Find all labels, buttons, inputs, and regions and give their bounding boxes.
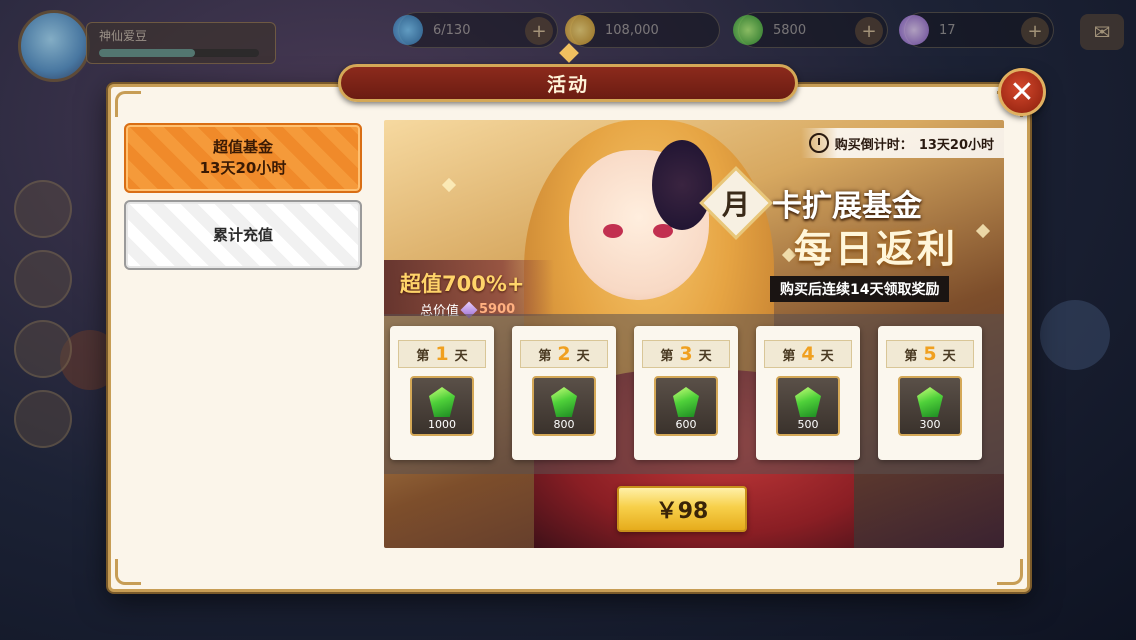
reward-quantity: 300	[919, 418, 941, 431]
reward-item[interactable]: 800	[532, 376, 596, 436]
day-prefix: 第	[538, 348, 552, 364]
fund-banner: 购买倒计时： 13天20小时 月 卡扩展基金 每日返利 购买后连续14天领取奖励…	[384, 120, 1004, 548]
stopwatch-icon	[808, 133, 829, 153]
close-icon: ✕	[1009, 74, 1035, 110]
mail-button[interactable]: ✉	[1080, 14, 1124, 50]
tab-cumulative-recharge[interactable]: 累计充值	[124, 200, 362, 270]
dialog-title: 活动	[338, 64, 798, 102]
title-gem-ornament	[559, 43, 579, 63]
energy-icon	[393, 15, 423, 45]
purple-gem-icon	[899, 15, 929, 45]
day-reward-card[interactable]: 第 1 天 1000	[390, 326, 494, 460]
day-prefix: 第	[416, 348, 430, 364]
green-gem-icon	[733, 15, 763, 45]
mail-icon: ✉	[1093, 20, 1111, 44]
reward-quantity: 800	[553, 418, 575, 431]
day-number: 4	[801, 343, 815, 365]
resource-value: 17	[939, 22, 956, 38]
resource-green-gem: 5800 +	[733, 12, 888, 48]
player-avatar[interactable]	[18, 10, 90, 82]
gold-coin-icon	[565, 15, 595, 45]
tab-label: 累计充值	[212, 225, 273, 244]
player-name: 神仙爱豆	[99, 29, 148, 43]
side-menu-icon[interactable]	[14, 250, 72, 308]
day-number: 2	[557, 343, 571, 365]
purchase-countdown: 购买倒计时： 13天20小时	[800, 128, 1004, 158]
green-gem-icon	[551, 387, 577, 417]
day-suffix: 天	[942, 348, 956, 364]
day-label: 第 2 天	[520, 340, 608, 368]
day-label: 第 4 天	[764, 340, 852, 368]
side-menu-icon[interactable]	[14, 180, 72, 238]
reward-quantity: 500	[797, 418, 819, 431]
reward-item[interactable]: 300	[898, 376, 962, 436]
day-suffix: 天	[820, 348, 834, 364]
resource-energy: 6/130 +	[393, 12, 558, 48]
day-reward-card[interactable]: 第 5 天 300	[878, 326, 982, 460]
player-exp-bar	[99, 49, 259, 57]
day-number: 1	[435, 343, 449, 365]
daily-return-text: 每日返利	[794, 227, 959, 271]
bg-decor	[1040, 300, 1110, 370]
reward-quantity: 1000	[428, 418, 456, 431]
countdown-value: 13天20小时	[918, 137, 994, 153]
day-prefix: 第	[904, 348, 918, 364]
add-energy-button[interactable]: +	[525, 17, 553, 45]
side-menu-icon[interactable]	[14, 390, 72, 448]
add-purple-gem-button[interactable]: +	[1021, 17, 1049, 45]
side-menu-icon[interactable]	[14, 320, 72, 378]
corner-ornament	[115, 559, 141, 585]
day-suffix: 天	[698, 348, 712, 364]
corner-ornament	[997, 559, 1023, 585]
countdown-label: 购买倒计时：	[834, 137, 913, 153]
day-reward-card[interactable]: 第 4 天 500	[756, 326, 860, 460]
resource-gold: 108,000	[565, 12, 720, 48]
day-suffix: 天	[454, 348, 468, 364]
tab-label: 超值基金	[212, 138, 273, 156]
day-prefix: 第	[782, 348, 796, 364]
resource-purple-gem: 17 +	[899, 12, 1054, 48]
tab-value-fund[interactable]: 超值基金 13天20小时	[124, 123, 362, 193]
day-label: 第 5 天	[886, 340, 974, 368]
day-number: 3	[679, 343, 693, 365]
reward-item[interactable]: 600	[654, 376, 718, 436]
green-gem-icon	[673, 387, 699, 417]
day-reward-card[interactable]: 第 3 天 600	[634, 326, 738, 460]
resource-value: 108,000	[605, 22, 659, 38]
green-gem-icon	[795, 387, 821, 417]
sparkle	[441, 177, 457, 193]
value-percent: 超值700%+	[400, 272, 525, 296]
day-label: 第 1 天	[398, 340, 486, 368]
reward-tip: 购买后连续14天领取奖励	[770, 276, 950, 302]
fund-diamond-badge: 月	[699, 166, 773, 240]
corner-ornament	[115, 91, 141, 117]
close-button[interactable]: ✕	[998, 68, 1046, 116]
buy-button[interactable]: ￥98	[617, 486, 747, 532]
day-reward-card[interactable]: 第 2 天 800	[512, 326, 616, 460]
day-suffix: 天	[576, 348, 590, 364]
resource-value: 5800	[773, 22, 807, 38]
green-gem-icon	[429, 387, 455, 417]
green-gem-icon	[917, 387, 943, 417]
resource-value: 6/130	[433, 22, 471, 38]
day-label: 第 3 天	[642, 340, 730, 368]
day-number: 5	[923, 343, 937, 365]
day-prefix: 第	[660, 348, 674, 364]
reward-item[interactable]: 500	[776, 376, 840, 436]
reward-quantity: 600	[675, 418, 697, 431]
tab-sublabel: 13天20小时	[199, 159, 287, 177]
player-info-plate[interactable]: 神仙爱豆	[86, 22, 276, 64]
add-gem-button[interactable]: +	[855, 17, 883, 45]
reward-item[interactable]: 1000	[410, 376, 474, 436]
fund-char: 月	[721, 187, 751, 221]
